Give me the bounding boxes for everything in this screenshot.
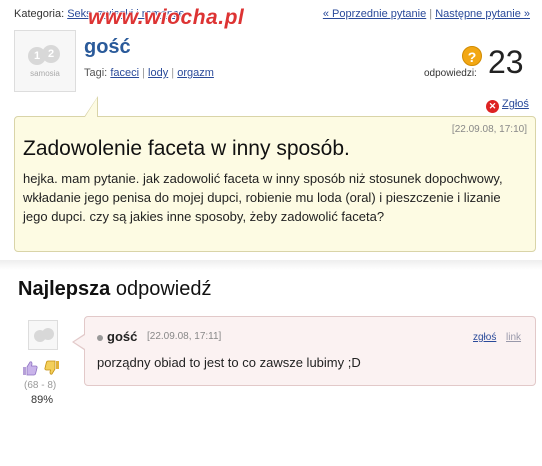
report-answer-link[interactable]: zgłoś	[473, 332, 496, 343]
answer-bubble-tail-fill	[74, 335, 85, 349]
bullet-dot-icon	[97, 335, 103, 341]
report-question[interactable]: ✕ Zgłoś	[486, 98, 529, 113]
report-x-icon: ✕	[486, 100, 499, 113]
answer-body: porządny obiad to jest to co zawsze lubi…	[97, 355, 361, 370]
answer-date: [22.09.08, 17:11]	[147, 331, 222, 342]
best-answer-box: gość [22.09.08, 17:11] zgłoś link porząd…	[84, 316, 536, 386]
thumbs-up-icon[interactable]	[22, 360, 38, 376]
question-box: [22.09.08, 17:10] Zadowolenie faceta w i…	[14, 116, 536, 252]
vote-counts: (68 - 8)	[24, 380, 57, 391]
section-divider	[0, 260, 542, 270]
best-answer-heading-rest: odpowiedź	[115, 278, 212, 300]
avatar-circle	[42, 328, 54, 340]
question-navigation: « Poprzednie pytanie | Następne pytanie …	[323, 8, 530, 20]
answer-link[interactable]: link	[506, 332, 521, 343]
answer-permalink[interactable]: link	[506, 332, 521, 343]
tag-link[interactable]: lody	[148, 67, 168, 79]
question-date: [22.09.08, 17:10]	[451, 124, 527, 135]
tag-separator: |	[171, 67, 175, 79]
question-mark-icon: ?	[462, 46, 482, 66]
tags-label: Tagi:	[84, 67, 108, 79]
answers-count: 23	[488, 44, 524, 80]
avatar-wordmark: samosia	[30, 68, 60, 78]
breadcrumb-prefix: Kategoria:	[14, 8, 65, 20]
tag-link[interactable]: orgazm	[177, 67, 214, 79]
question-author[interactable]: gość	[84, 36, 131, 59]
watermark-logo: www.wiocha.pl	[88, 6, 245, 29]
next-question-link[interactable]: Następne pytanie »	[435, 8, 530, 20]
answer-author[interactable]: gość	[107, 329, 137, 344]
best-answer-heading: Najlepsza odpowiedź	[18, 278, 211, 301]
best-answer-heading-bold: Najlepsza	[18, 278, 111, 300]
tag-separator: |	[142, 67, 145, 79]
tag-link[interactable]: faceci	[110, 67, 139, 79]
avatar: 1 2 samosia	[14, 30, 76, 92]
answers-label: odpowiedzi:	[424, 68, 477, 79]
report-question-link[interactable]: Zgłoś	[502, 98, 529, 110]
question-title: Zadowolenie faceta w inny sposób.	[23, 137, 350, 160]
question-body: hejka. mam pytanie. jak zadowolić faceta…	[23, 171, 503, 224]
answer-avatar	[28, 320, 58, 350]
nav-separator: |	[429, 8, 433, 20]
thumbs-down-icon[interactable]	[44, 360, 60, 376]
previous-question-link[interactable]: « Poprzednie pytanie	[323, 8, 426, 20]
question-bubble-tail-fill	[85, 98, 97, 117]
vote-percent: 89%	[31, 394, 54, 406]
tags: Tagi: faceci | lody | orgazm	[84, 67, 214, 79]
avatar-digit: 2	[42, 44, 60, 63]
